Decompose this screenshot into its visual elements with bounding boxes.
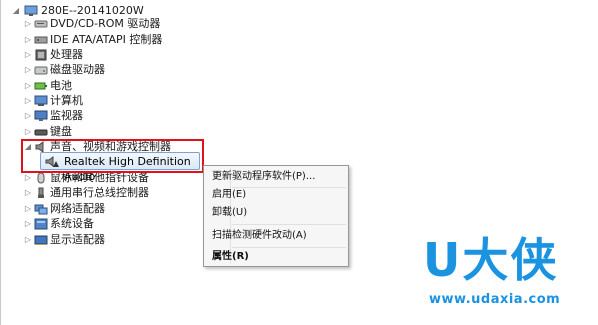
tree-item-label: 电池 xyxy=(50,79,72,92)
usb-icon xyxy=(38,187,44,198)
menu-item-uninstall[interactable]: 卸载(U) xyxy=(212,204,247,222)
display-adapter-icon xyxy=(34,235,48,245)
keyboard-icon xyxy=(34,129,48,136)
logo-brand-text: U大侠 xyxy=(423,233,559,287)
tree-item-label: 监视器 xyxy=(50,109,83,122)
battery-icon xyxy=(34,82,47,90)
processor-icon xyxy=(35,49,47,61)
expand-arrow-icon[interactable]: ▷ xyxy=(24,78,32,94)
expand-arrow-icon[interactable]: ▷ xyxy=(24,185,32,201)
tree-item-label: 计算机 xyxy=(50,94,83,107)
menu-separator xyxy=(232,187,346,188)
tree-item-label: 显示适配器 xyxy=(50,233,105,246)
expand-arrow-icon[interactable]: ▷ xyxy=(24,201,32,217)
menu-separator xyxy=(232,224,346,225)
system-device-icon xyxy=(34,218,48,230)
context-menu: 更新驱动程序软件(P)... 启用(E) 卸载(U) 扫描检测硬件改动(A) 属… xyxy=(203,165,349,267)
disk-drive-icon xyxy=(34,66,48,75)
tree-item-label: 网络适配器 xyxy=(50,202,105,215)
ide-controller-icon xyxy=(34,36,48,44)
menu-item-scan[interactable]: 扫描检测硬件改动(A) xyxy=(212,227,307,245)
mouse-icon xyxy=(37,172,45,184)
expand-arrow-icon[interactable]: ▷ xyxy=(24,62,32,78)
tree-item-label: 系统设备 xyxy=(50,217,94,230)
expand-arrow-icon[interactable]: ▷ xyxy=(24,124,32,140)
network-icon xyxy=(34,204,48,215)
tree-item-label: 磁盘驱动器 xyxy=(50,63,105,76)
monitor-icon xyxy=(34,110,48,121)
dvd-icon xyxy=(34,20,48,28)
tree-item-label: 键盘 xyxy=(50,125,72,138)
menu-item-properties[interactable]: 属性(R) xyxy=(212,248,249,266)
tree-item-label: 处理器 xyxy=(50,48,83,61)
window-left-border xyxy=(0,0,1,325)
expand-arrow-icon[interactable]: ▷ xyxy=(24,16,32,32)
tree-item-label: IDE ATA/ATAPI 控制器 xyxy=(50,33,163,46)
menu-item-enable[interactable]: 启用(E) xyxy=(212,186,246,204)
expand-arrow-icon[interactable]: ▷ xyxy=(24,108,32,124)
expand-arrow-icon[interactable]: ▷ xyxy=(24,216,32,232)
expand-arrow-icon[interactable]: ▷ xyxy=(24,93,32,109)
menu-separator xyxy=(232,247,346,248)
expand-arrow-icon[interactable]: ▷ xyxy=(24,232,32,248)
highlight-box-sound-section xyxy=(21,139,204,173)
udaxia-logo: U大侠 www.udaxia.com xyxy=(421,232,591,320)
menu-item-update-driver[interactable]: 更新驱动程序软件(P)... xyxy=(212,168,315,186)
logo-url-text: www.udaxia.com xyxy=(429,292,561,307)
computer-icon xyxy=(34,95,48,106)
expand-arrow-icon[interactable]: ▷ xyxy=(24,47,32,63)
tree-item-label: DVD/CD-ROM 驱动器 xyxy=(50,17,161,30)
expand-arrow-icon[interactable]: ▷ xyxy=(24,32,32,48)
tree-item-label: 通用串行总线控制器 xyxy=(50,186,149,199)
collapse-arrow-icon[interactable]: ◢ xyxy=(12,3,20,19)
